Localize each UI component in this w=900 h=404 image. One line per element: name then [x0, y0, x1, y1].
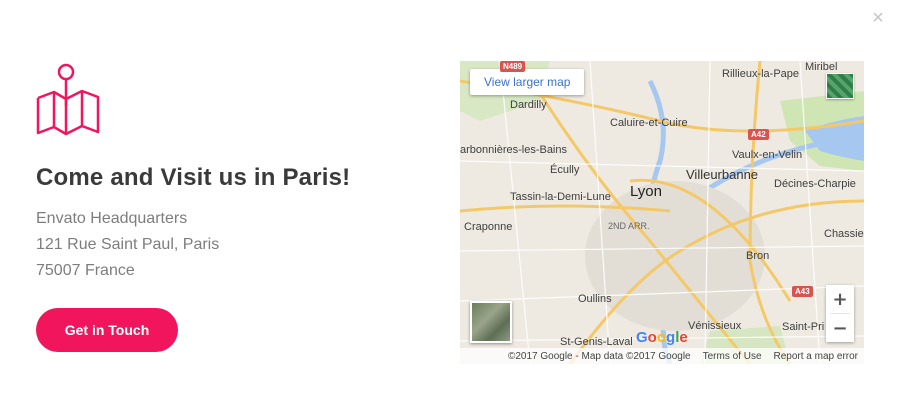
place-decines: Décines-Charpie — [774, 178, 856, 190]
place-caluire: Caluire-et-Cuire — [610, 117, 688, 129]
place-dardilly: Dardilly — [510, 99, 547, 111]
place-oullins: Oullins — [578, 293, 612, 305]
place-2nd-arr: 2ND ARR. — [608, 221, 650, 231]
address-line-2: 121 Rue Saint Paul, Paris — [36, 236, 220, 253]
place-vaulx: Vaulx-en-Velin — [732, 149, 803, 161]
report-map-error-link[interactable]: Report a map error — [774, 351, 858, 362]
google-logo-letter: g — [666, 329, 676, 346]
terms-of-use-link[interactable]: Terms of Use — [703, 351, 762, 362]
google-logo-letter: o — [656, 329, 667, 346]
place-lyon: Lyon — [630, 183, 662, 200]
place-ecully: Écully — [550, 164, 580, 176]
place-miribel: Miribel — [805, 61, 838, 73]
place-bron: Bron — [746, 250, 770, 262]
contact-info: Come and Visit us in Paris! Envato Headq… — [36, 62, 426, 352]
satellite-toggle-thumbnail[interactable] — [470, 301, 512, 343]
embedded-map[interactable]: View larger map N489 A42 A43 Miribel Ril… — [460, 61, 864, 364]
map-pin-icon — [36, 63, 100, 136]
place-venissieux: Vénissieux — [688, 320, 742, 332]
place-chassieu: Chassie — [824, 228, 864, 240]
map-copyright: ©2017 Google - Map data ©2017 Google — [507, 350, 691, 362]
map-footer: ©2017 Google - Map data ©2017 Google Ter… — [460, 348, 864, 364]
google-logo-letter: G — [636, 329, 648, 346]
close-icon[interactable]: × — [868, 8, 888, 28]
page-title: Come and Visit us in Paris! — [36, 164, 351, 191]
road-shield-a43: A43 — [792, 286, 813, 297]
zoom-out-button[interactable]: − — [826, 314, 854, 342]
google-logo: Google — [636, 329, 688, 346]
place-rillieux: Rillieux-la-Pape — [722, 68, 800, 80]
view-larger-map-link[interactable]: View larger map — [470, 69, 585, 95]
place-tassin: Tassin-la-Demi-Lune — [510, 191, 611, 203]
place-saint-priest: Saint-Pri — [782, 321, 825, 333]
place-st-genis: St-Genis-Laval — [560, 336, 633, 348]
contact-modal: × Come and Visit us in Paris! Envato Hea… — [0, 0, 900, 404]
google-logo-letter: o — [647, 329, 657, 346]
place-charbonnieres: arbonnières-les-Bains — [460, 144, 567, 156]
street-view-icon[interactable] — [826, 73, 854, 99]
zoom-controls: + − — [826, 285, 854, 342]
place-craponne: Craponne — [464, 221, 513, 233]
zoom-in-button[interactable]: + — [826, 285, 854, 313]
road-shield-n489: N489 — [500, 61, 526, 72]
get-in-touch-button[interactable]: Get in Touch — [36, 308, 178, 352]
place-villeurbanne: Villeurbanne — [686, 167, 759, 182]
address-line-3: 75007 France — [36, 262, 135, 279]
address-block: Envato Headquarters 121 Rue Saint Paul, … — [36, 206, 426, 284]
google-logo-letter: e — [679, 329, 688, 346]
road-shield-a42: A42 — [748, 129, 769, 140]
address-line-1: Envato Headquarters — [36, 210, 188, 227]
